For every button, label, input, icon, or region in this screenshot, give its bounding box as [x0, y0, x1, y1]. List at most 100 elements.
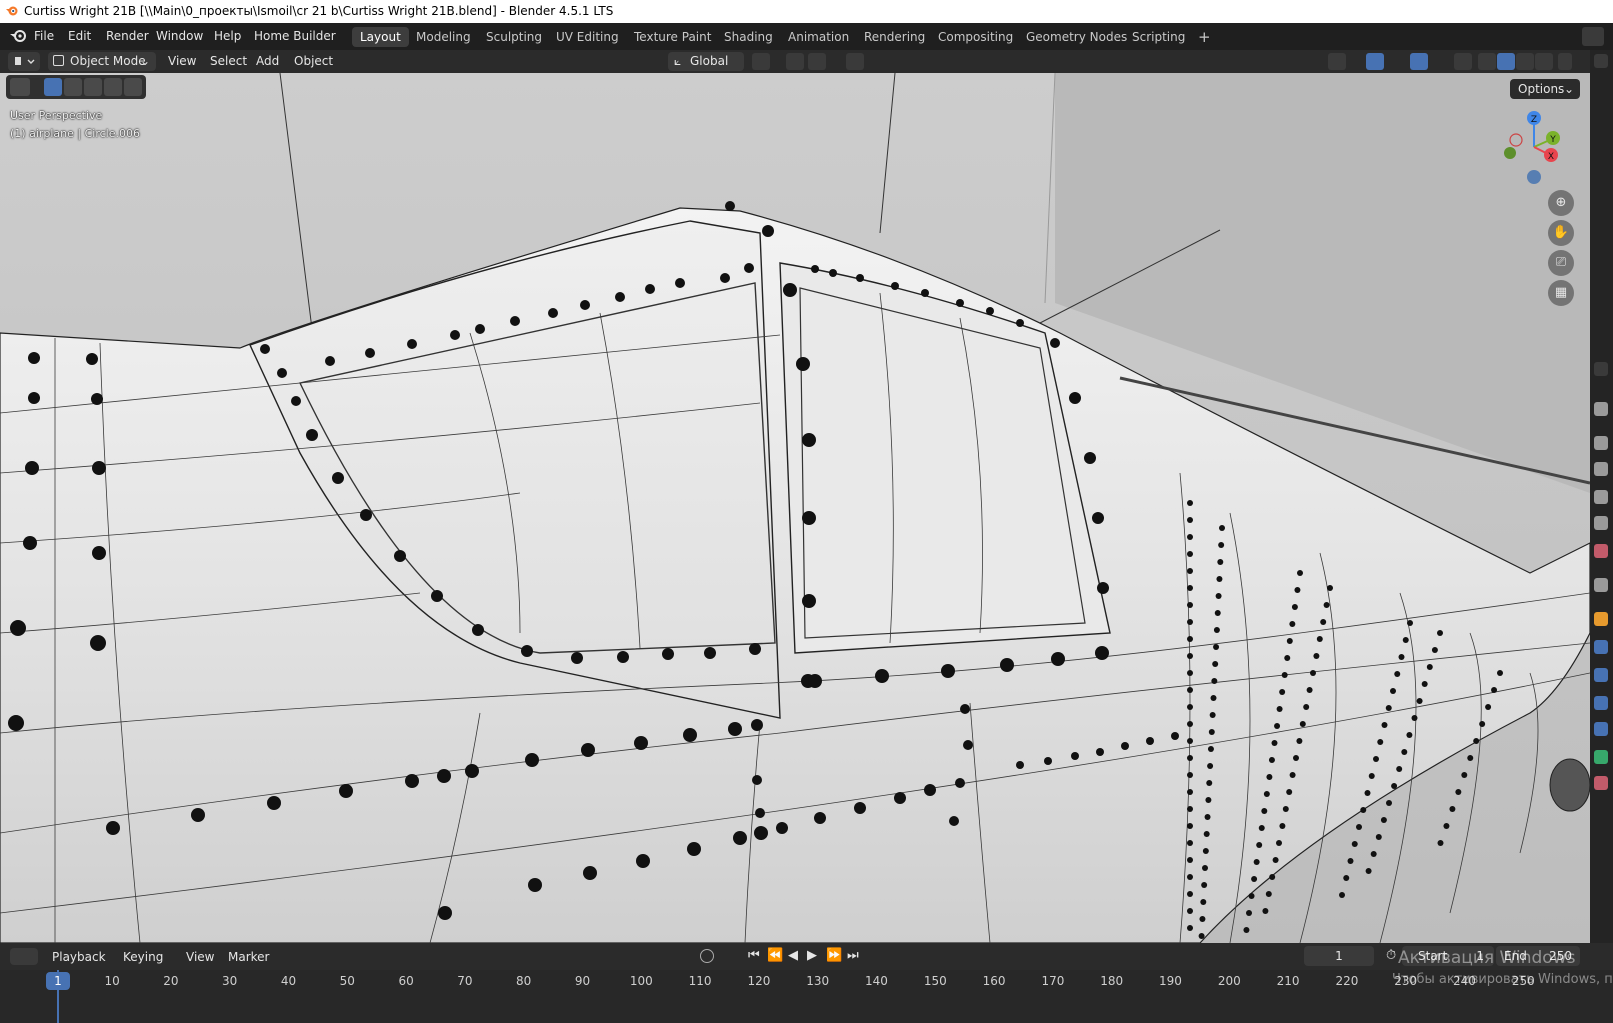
tab-layout[interactable]: Layout	[352, 27, 409, 47]
select-extend-icon[interactable]	[64, 78, 82, 96]
add-workspace-button[interactable]: +	[1190, 27, 1219, 47]
timeline-editor-type-icon[interactable]	[10, 948, 38, 965]
menu-home-builder[interactable]: Home Builder	[254, 29, 336, 43]
select-new-icon[interactable]	[44, 78, 62, 96]
timeline-tick-label: 200	[1217, 974, 1241, 988]
scene-properties-icon[interactable]	[1594, 516, 1608, 530]
object-mode-dropdown[interactable]: Object Mode ⌄	[48, 52, 156, 71]
jump-to-end-icon[interactable]: ⏭	[847, 948, 859, 963]
playhead-frame-badge[interactable]: 1	[46, 972, 70, 990]
jump-to-next-keyframe-icon[interactable]: ⏩	[826, 948, 842, 963]
solid-shading-icon[interactable]	[1497, 53, 1515, 70]
menu-window[interactable]: Window	[156, 29, 203, 43]
perspective-label: User Perspective	[10, 109, 103, 122]
grid-ortho-icon[interactable]: ▦	[1548, 280, 1574, 306]
timeline-ruler[interactable]: 10 20 30 40 50 60 70 80 90 100 110 120 130 140 150 160 1…	[0, 970, 1613, 1023]
header-menu-object[interactable]: Object	[294, 54, 333, 68]
snap-magnet-icon[interactable]	[786, 53, 804, 70]
jump-to-prev-keyframe-icon[interactable]: ⏪	[767, 948, 783, 963]
tab-rendering[interactable]: Rendering	[856, 27, 933, 47]
header-menu-add[interactable]: Add	[256, 54, 279, 68]
properties-editor-icon[interactable]	[1594, 362, 1608, 376]
xray-toggle-icon[interactable]	[1454, 53, 1472, 70]
tab-compositing[interactable]: Compositing	[930, 27, 1021, 47]
tool-settings-strip	[6, 75, 146, 99]
select-cursor-icon[interactable]	[10, 78, 30, 96]
output-properties-icon[interactable]	[1594, 462, 1608, 476]
particles-properties-icon[interactable]	[1594, 668, 1608, 682]
zoom-icon[interactable]: ⊕	[1548, 190, 1574, 216]
timeline-tick-label: 60	[398, 974, 414, 988]
scene-selector-icon[interactable]	[1582, 27, 1604, 46]
material-preview-icon[interactable]	[1516, 53, 1534, 70]
play-reverse-icon[interactable]: ◀	[788, 948, 798, 963]
menu-edit[interactable]: Edit	[68, 29, 91, 43]
options-dropdown[interactable]: Options ⌄	[1510, 79, 1580, 99]
jump-to-start-icon[interactable]: ⏮	[748, 948, 760, 963]
collection-properties-icon[interactable]	[1594, 578, 1608, 592]
select-intersect-icon[interactable]	[124, 78, 142, 96]
pivot-point-icon[interactable]	[752, 53, 770, 70]
object-mode-label: Object Mode	[70, 54, 146, 68]
chevron-down-icon: ⌄	[1563, 82, 1574, 96]
3d-viewport[interactable]: User Perspective (1) airplane | Circle.0…	[0, 73, 1590, 943]
rendered-shading-icon[interactable]	[1535, 53, 1553, 70]
render-properties-icon[interactable]	[1594, 436, 1608, 450]
axis-navigation-gizmo[interactable]: Z Y X	[1496, 107, 1566, 187]
transform-orientation-dropdown[interactable]: ⟀ Global	[668, 52, 744, 71]
header-menu-select[interactable]: Select	[210, 54, 247, 68]
shading-options-icon[interactable]	[1558, 53, 1572, 70]
tool-properties-icon[interactable]	[1594, 402, 1608, 416]
menu-file[interactable]: File	[34, 29, 54, 43]
wireframe-shading-icon[interactable]	[1478, 53, 1496, 70]
auto-keying-record-icon[interactable]	[700, 949, 714, 963]
editor-type-icon[interactable]	[8, 52, 40, 71]
timeline-tick-label: 100	[629, 974, 653, 988]
modifier-properties-icon[interactable]	[1594, 640, 1608, 654]
blender-menu-icon[interactable]	[9, 28, 27, 44]
tab-animation[interactable]: Animation	[780, 27, 857, 47]
visibility-eye-icon[interactable]	[1328, 53, 1346, 70]
tab-shading[interactable]: Shading	[716, 27, 781, 47]
physics-properties-icon[interactable]	[1594, 696, 1608, 710]
timeline-menu-playback[interactable]: Playback	[52, 950, 106, 964]
object-properties-icon[interactable]	[1594, 612, 1608, 626]
current-frame-field[interactable]: 1	[1304, 946, 1374, 966]
menu-help[interactable]: Help	[214, 29, 241, 43]
timeline-tick-label: 50	[339, 974, 355, 988]
view-layer-properties-icon[interactable]	[1594, 490, 1608, 504]
timeline-menu-keying[interactable]: Keying	[123, 950, 163, 964]
play-icon[interactable]: ▶	[807, 948, 817, 963]
select-invert-icon[interactable]	[104, 78, 122, 96]
header-menu-view[interactable]: View	[168, 54, 196, 68]
timeline-tick-label: 90	[574, 974, 591, 988]
tab-texture-paint[interactable]: Texture Paint	[626, 27, 719, 47]
constraint-properties-icon[interactable]	[1594, 722, 1608, 736]
timeline-tick-label: 190	[1159, 974, 1182, 988]
timeline-menu-marker[interactable]: Marker	[228, 950, 269, 964]
timeline-header: Playback Keying View Marker ⏮ ⏪ ◀ ▶ ⏩ ⏭ …	[0, 943, 1613, 970]
outliner-toggle-icon[interactable]	[1594, 54, 1608, 68]
gizmo-toggle-icon[interactable]	[1366, 53, 1384, 70]
overlays-toggle-icon[interactable]	[1410, 53, 1428, 70]
tab-uv-editing[interactable]: UV Editing	[548, 27, 627, 47]
timeline-menu-view[interactable]: View	[186, 950, 214, 964]
tab-scripting[interactable]: Scripting	[1124, 27, 1193, 47]
tab-geometry-nodes[interactable]: Geometry Nodes	[1018, 27, 1135, 47]
snap-increment-icon[interactable]	[808, 53, 826, 70]
timeline-tick-label: 180	[1100, 974, 1124, 988]
tab-modeling[interactable]: Modeling	[408, 27, 479, 47]
hand-pan-icon[interactable]: ✋	[1548, 220, 1574, 246]
data-properties-icon[interactable]	[1594, 750, 1608, 764]
tab-sculpting[interactable]: Sculpting	[478, 27, 550, 47]
menu-render[interactable]: Render	[106, 29, 149, 43]
camera-view-icon[interactable]: ⎚	[1548, 250, 1574, 276]
world-properties-icon[interactable]	[1594, 544, 1608, 558]
stopwatch-icon[interactable]: ⏱	[1386, 948, 1396, 963]
axis-x-label: X	[1548, 152, 1554, 162]
proportional-editing-icon[interactable]	[846, 53, 864, 70]
material-properties-icon[interactable]	[1594, 776, 1608, 790]
select-subtract-icon[interactable]	[84, 78, 102, 96]
window-title: Curtiss Wright 21B [\\Main\0_проекты\Ism…	[24, 4, 614, 18]
timeline-tick-label: 10	[104, 974, 120, 988]
